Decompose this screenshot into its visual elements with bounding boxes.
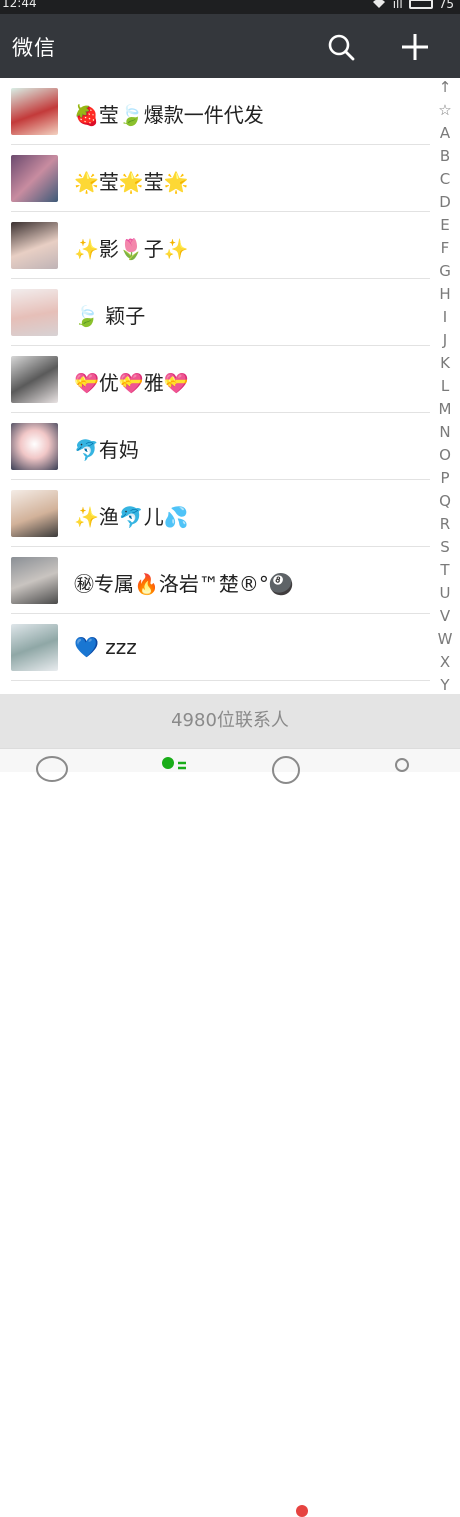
- index-letter[interactable]: W: [432, 630, 458, 648]
- avatar: [11, 557, 58, 604]
- contact-row[interactable]: 🌟莹🌟莹🌟: [0, 145, 430, 212]
- avatar: [11, 155, 58, 202]
- avatar: [11, 222, 58, 269]
- index-letter[interactable]: S: [432, 538, 458, 556]
- wifi-icon: [371, 0, 387, 10]
- index-letter[interactable]: P: [432, 469, 458, 487]
- index-letter[interactable]: ☆: [432, 101, 458, 119]
- index-letter[interactable]: U: [432, 584, 458, 602]
- contact-name: 🌟莹🌟莹🌟: [74, 170, 189, 194]
- contact-row[interactable]: 💝优💝雅💝: [0, 346, 430, 413]
- contact-name: 🍓莹🍃爆款一件代发: [74, 103, 264, 127]
- app-header: 微信: [0, 14, 460, 78]
- index-letter[interactable]: R: [432, 515, 458, 533]
- battery-icon: [408, 0, 433, 9]
- index-letter[interactable]: B: [432, 147, 458, 165]
- avatar: [11, 356, 58, 403]
- row-divider: [11, 680, 430, 681]
- index-letter[interactable]: F: [432, 239, 458, 257]
- avatar: [11, 423, 58, 470]
- index-letter[interactable]: G: [432, 262, 458, 280]
- avatar: [11, 88, 58, 135]
- contact-row[interactable]: 🐬有妈: [0, 413, 430, 480]
- index-letter[interactable]: ↑: [432, 78, 458, 96]
- contact-row[interactable]: 💙 zzz: [0, 614, 430, 681]
- contact-name: ✨影🌷子✨: [74, 237, 189, 261]
- contact-name: 💝优💝雅💝: [74, 371, 189, 395]
- contacts-icon[interactable]: [156, 755, 192, 785]
- index-letter[interactable]: K: [432, 354, 458, 372]
- contact-row[interactable]: 🍓莹🍃爆款一件代发: [0, 78, 430, 145]
- index-letter[interactable]: X: [432, 653, 458, 671]
- index-letter[interactable]: O: [432, 446, 458, 464]
- contact-row[interactable]: ✨渔🐬儿💦: [0, 480, 430, 547]
- index-letter[interactable]: Y: [432, 676, 458, 694]
- contact-row[interactable]: ✨影🌷子✨: [0, 212, 430, 279]
- avatar: [11, 289, 58, 336]
- contact-row[interactable]: 🍃 颖子: [0, 279, 430, 346]
- contact-count: 4980位联系人: [0, 694, 460, 748]
- discover-compass-icon[interactable]: [270, 755, 306, 785]
- index-letter[interactable]: N: [432, 423, 458, 441]
- battery-level: 75: [438, 0, 454, 11]
- status-icons: ıll 75: [371, 0, 454, 10]
- index-letter[interactable]: D: [432, 193, 458, 211]
- contact-name: 💙 zzz: [74, 635, 137, 659]
- index-letter[interactable]: C: [432, 170, 458, 188]
- index-letter[interactable]: A: [432, 124, 458, 142]
- signal-icon: ıll: [392, 0, 403, 11]
- contact-name: ✨渔🐬儿💦: [74, 505, 189, 529]
- search-icon[interactable]: [326, 32, 356, 62]
- contact-row[interactable]: ㊙专属🔥洛岩™楚®°🎱: [0, 547, 430, 614]
- avatar: [11, 624, 58, 671]
- alphabet-index-bar[interactable]: ↑ ☆ A B C D E F G H I J K L M N O P Q R …: [432, 78, 458, 748]
- status-bar: 12:44 ıll 75: [0, 0, 460, 14]
- index-letter[interactable]: J: [432, 331, 458, 349]
- bottom-tab-bar: [0, 748, 460, 1517]
- me-person-icon[interactable]: [384, 755, 420, 785]
- index-letter[interactable]: T: [432, 561, 458, 579]
- index-letter[interactable]: L: [432, 377, 458, 395]
- contact-name: ㊙专属🔥洛岩™楚®°🎱: [74, 572, 294, 596]
- contact-name: 🐬有妈: [74, 438, 139, 462]
- page-title: 微信: [12, 36, 56, 60]
- status-time: 12:44: [2, 0, 37, 10]
- avatar: [11, 490, 58, 537]
- contact-name: 🍃 颖子: [74, 304, 146, 328]
- index-letter[interactable]: V: [432, 607, 458, 625]
- index-letter[interactable]: E: [432, 216, 458, 234]
- add-icon[interactable]: [398, 30, 432, 64]
- chat-bubble-icon[interactable]: [34, 755, 70, 785]
- index-letter[interactable]: Q: [432, 492, 458, 510]
- index-letter[interactable]: I: [432, 308, 458, 326]
- index-letter[interactable]: M: [432, 400, 458, 418]
- index-letter[interactable]: H: [432, 285, 458, 303]
- notification-badge: [296, 1505, 308, 1517]
